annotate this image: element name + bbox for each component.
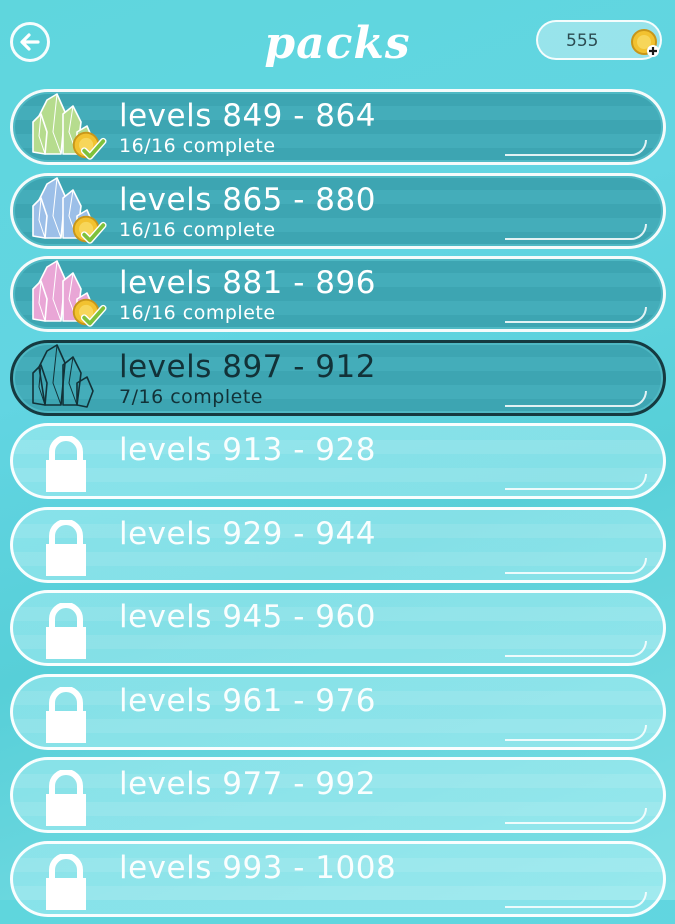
pack-row-locked[interactable]: levels 945 - 960 xyxy=(10,590,666,666)
pack-row-locked[interactable]: levels 929 - 944 xyxy=(10,506,666,583)
pack-row[interactable]: levels 849 - 864 16/16 complete xyxy=(10,89,666,165)
coin-check-icon xyxy=(72,215,107,244)
pack-row[interactable]: levels 881 - 896 16/16 complete xyxy=(10,256,666,332)
lock-icon xyxy=(46,853,86,910)
pack-title: levels 945 - 960 xyxy=(119,599,376,635)
pack-title: levels 961 - 976 xyxy=(119,682,376,719)
pack-row-locked[interactable]: levels 913 - 928 xyxy=(10,423,666,499)
pack-progress: 16/16 complete xyxy=(119,302,276,324)
pack-row-locked[interactable]: levels 961 - 976 xyxy=(10,673,666,750)
pack-title: levels 977 - 992 xyxy=(119,766,376,802)
pack-progress: 16/16 complete xyxy=(119,135,276,157)
lock-icon xyxy=(46,770,86,826)
lock-icon xyxy=(46,603,86,659)
pack-title: levels 881 - 896 xyxy=(119,265,376,301)
coin-plus-icon xyxy=(631,29,659,57)
pack-title: levels 865 - 880 xyxy=(119,181,376,218)
coin-check-icon xyxy=(72,298,107,327)
pack-row[interactable]: levels 897 - 912 7/16 complete xyxy=(10,339,666,416)
pack-row-locked[interactable]: levels 993 - 1008 xyxy=(10,840,666,917)
crystal-icon xyxy=(32,343,94,408)
lock-icon xyxy=(46,519,86,576)
pack-title: levels 993 - 1008 xyxy=(119,849,397,886)
lock-icon xyxy=(46,686,86,743)
pack-row[interactable]: levels 865 - 880 16/16 complete xyxy=(10,172,666,249)
pack-title: levels 913 - 928 xyxy=(119,432,376,468)
coin-count: 555 xyxy=(566,31,599,51)
top-bar: packs 555 xyxy=(0,0,675,86)
pack-list: levels 849 - 864 16/16 complete levels 865… xyxy=(10,89,666,924)
pack-progress: 16/16 complete xyxy=(119,218,276,241)
pack-title: levels 929 - 944 xyxy=(119,515,376,552)
lock-icon xyxy=(46,436,86,492)
pack-title: levels 849 - 864 xyxy=(119,98,376,134)
pack-progress: 7/16 complete xyxy=(119,385,263,408)
pack-title: levels 897 - 912 xyxy=(119,348,376,385)
pack-row-locked[interactable]: levels 977 - 992 xyxy=(10,757,666,833)
coin-check-icon xyxy=(72,131,107,160)
coin-balance-button[interactable]: 555 xyxy=(536,20,662,60)
